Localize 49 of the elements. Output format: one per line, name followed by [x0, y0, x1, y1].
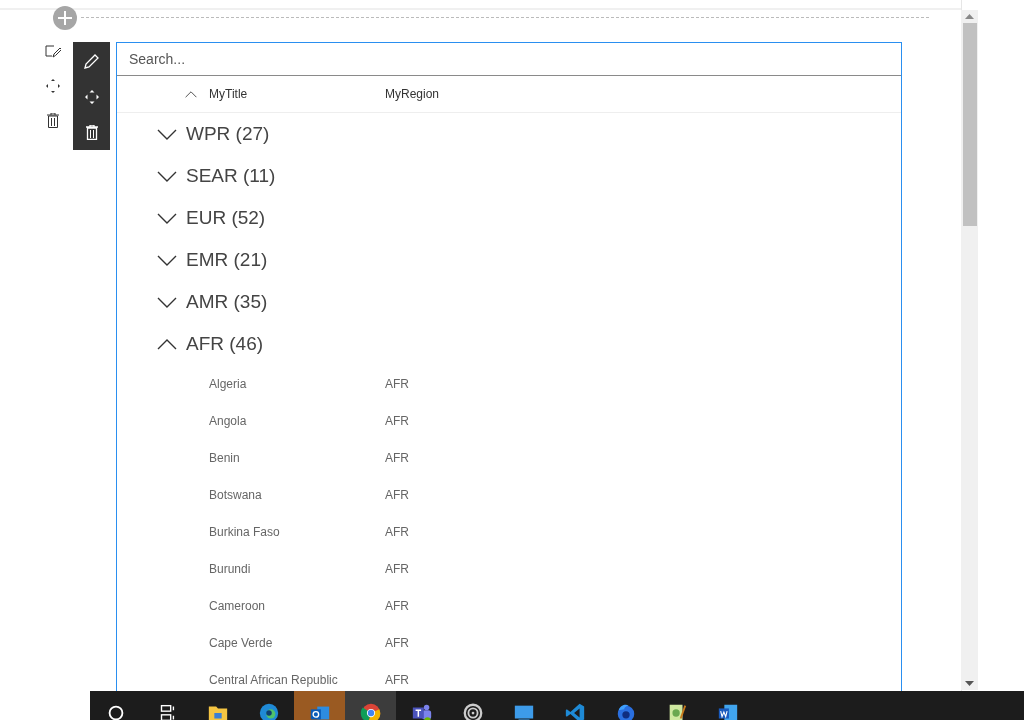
table-cell: AFR	[385, 450, 409, 465]
table-cell-text: Algeria	[209, 376, 248, 391]
code-editor-icon	[563, 702, 586, 720]
table-cell-text: Cape Verde	[209, 635, 274, 650]
delete-icon[interactable]	[46, 113, 59, 128]
table-cell: AFR	[385, 376, 409, 391]
table-cell: AFR	[385, 635, 409, 650]
group-header[interactable]: WPR (27)	[186, 123, 270, 145]
table-cell-text: Burundi	[209, 561, 252, 576]
taskbar-button[interactable]	[345, 691, 396, 720]
move-icon[interactable]	[45, 79, 60, 93]
table-cell-text: Botswana	[209, 487, 263, 502]
table-cell-text: Central African Republic	[209, 672, 339, 687]
table-cell: AFR	[385, 561, 409, 576]
browser-icon	[257, 702, 280, 720]
scroll-down-icon[interactable]	[965, 681, 974, 686]
table-cell-text: Angola	[209, 413, 248, 428]
table-cell: AFR	[385, 598, 409, 613]
sort-ascending-icon[interactable]	[185, 90, 197, 98]
table-cell-text: Benin	[209, 450, 241, 465]
expand-icon[interactable]	[157, 212, 177, 224]
scroll-up-icon[interactable]	[965, 14, 974, 19]
group-header[interactable]: SEAR (11)	[186, 165, 276, 187]
group-header[interactable]: AMR (35)	[186, 291, 268, 313]
pencil-icon[interactable]	[83, 52, 100, 69]
table-cell-text: Cameroon	[209, 598, 267, 613]
expand-icon[interactable]	[157, 254, 177, 266]
move-icon[interactable]	[84, 89, 99, 104]
team-icon	[410, 702, 433, 720]
table-cell: AFR	[385, 487, 409, 502]
scrollbar[interactable]	[961, 10, 978, 690]
column-header[interactable]: MyRegion	[385, 87, 440, 101]
expand-icon[interactable]	[157, 296, 177, 308]
document-icon	[716, 702, 739, 720]
table-cell: AFR	[385, 524, 409, 539]
scrollbar-thumb[interactable]	[962, 23, 977, 226]
expand-icon[interactable]	[157, 128, 177, 140]
group-header[interactable]: EMR (21)	[186, 249, 268, 271]
group-header[interactable]: AFR (46)	[186, 333, 264, 355]
table-cell: AFR	[385, 413, 409, 428]
group-header[interactable]: EUR (52)	[186, 207, 266, 229]
expand-icon[interactable]	[157, 170, 177, 182]
ring-icon	[461, 702, 484, 720]
globe-icon	[359, 702, 382, 720]
edit-icon[interactable]	[44, 45, 61, 59]
collapse-icon[interactable]	[157, 338, 177, 350]
table-cell-text: Burkina Faso	[209, 524, 281, 539]
column-header[interactable]: MyTitle	[209, 87, 385, 101]
table-cell: AFR	[385, 672, 409, 687]
